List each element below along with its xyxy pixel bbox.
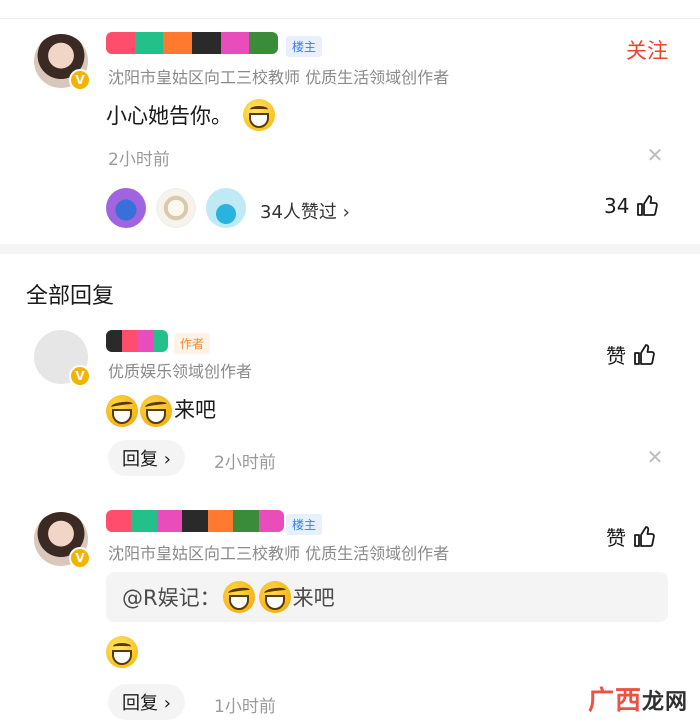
reply2-text (106, 636, 138, 668)
liker-avatar-1[interactable] (106, 188, 146, 228)
comment-text-content: 小心她告你。 (106, 104, 232, 128)
reply2-time: 1小时前 (214, 697, 276, 717)
reply1-like-button[interactable]: 赞 (606, 340, 656, 369)
quote-text: 来吧 (292, 586, 335, 610)
avatar-reply1-author[interactable]: V (34, 330, 91, 387)
watermark-text-b: 龙网 (641, 690, 688, 715)
liker-avatar-3[interactable] (206, 188, 246, 228)
verified-v-icon: V (69, 69, 91, 91)
owner-tag: 楼主 (286, 36, 323, 57)
grin-emoji-icon (242, 99, 275, 131)
avatar-main-commenter[interactable]: V (34, 34, 91, 91)
like-count: 34 (604, 194, 630, 218)
all-replies-title: 全部回复 (26, 284, 115, 309)
commenter-subtitle: 沈阳市皇姑区向工三校教师 优质生活领域创作者 (108, 68, 450, 87)
verified-v-icon: V (69, 547, 91, 569)
like-count-button[interactable]: 34 (604, 194, 659, 218)
masked-username-reply2[interactable] (106, 510, 284, 532)
laugh-emoji-icon (222, 581, 255, 613)
reply2-subtitle: 沈阳市皇姑区向工三校教师 优质生活领域创作者 (108, 544, 450, 563)
comment-time: 2小时前 (108, 150, 170, 170)
like-label: 赞 (606, 526, 626, 550)
owner-tag: 楼主 (286, 514, 323, 535)
laugh-emoji-icon (106, 395, 138, 427)
thumbs-up-icon (634, 343, 655, 365)
avatar-reply2-commenter[interactable]: V (34, 512, 91, 569)
reply1-text: 来吧 (106, 394, 216, 427)
follow-button[interactable]: 关注 (626, 35, 668, 65)
reply1-subtitle: 优质娱乐领域创作者 (108, 362, 253, 381)
top-divider (0, 18, 700, 19)
section-divider (0, 244, 700, 254)
reply1-reply-button[interactable]: 回复 › (108, 440, 185, 476)
comment-text: 小心她告你。 (106, 99, 275, 133)
close-icon[interactable]: ✕ (646, 145, 664, 165)
reply1-time: 2小时前 (214, 453, 276, 473)
reply1-text-content: 来吧 (174, 398, 216, 422)
laugh-emoji-icon (258, 581, 291, 613)
thumbs-up-icon (637, 195, 659, 216)
verified-v-icon: V (69, 365, 91, 387)
reply2-reply-button[interactable]: 回复 › (108, 684, 185, 720)
author-tag: 作者 (174, 333, 211, 354)
quote-mention[interactable]: @R娱记： (122, 582, 221, 612)
site-watermark: 广西龙网 (588, 680, 688, 717)
masked-username-reply1[interactable] (106, 330, 168, 352)
like-label: 赞 (606, 344, 626, 368)
masked-username-main[interactable] (106, 32, 278, 54)
thumbs-up-icon (634, 525, 655, 547)
quoted-reply-box[interactable]: @R娱记： 来吧 (106, 572, 668, 622)
close-icon[interactable]: ✕ (646, 447, 664, 467)
watermark-text-a: 广西 (587, 686, 642, 716)
laugh-emoji-icon (140, 395, 172, 427)
grin-emoji-icon (106, 636, 138, 668)
reply2-like-button[interactable]: 赞 (606, 522, 656, 551)
likers-count-link[interactable]: 34人赞过 › (260, 198, 350, 224)
liker-avatar-2[interactable] (156, 188, 196, 228)
